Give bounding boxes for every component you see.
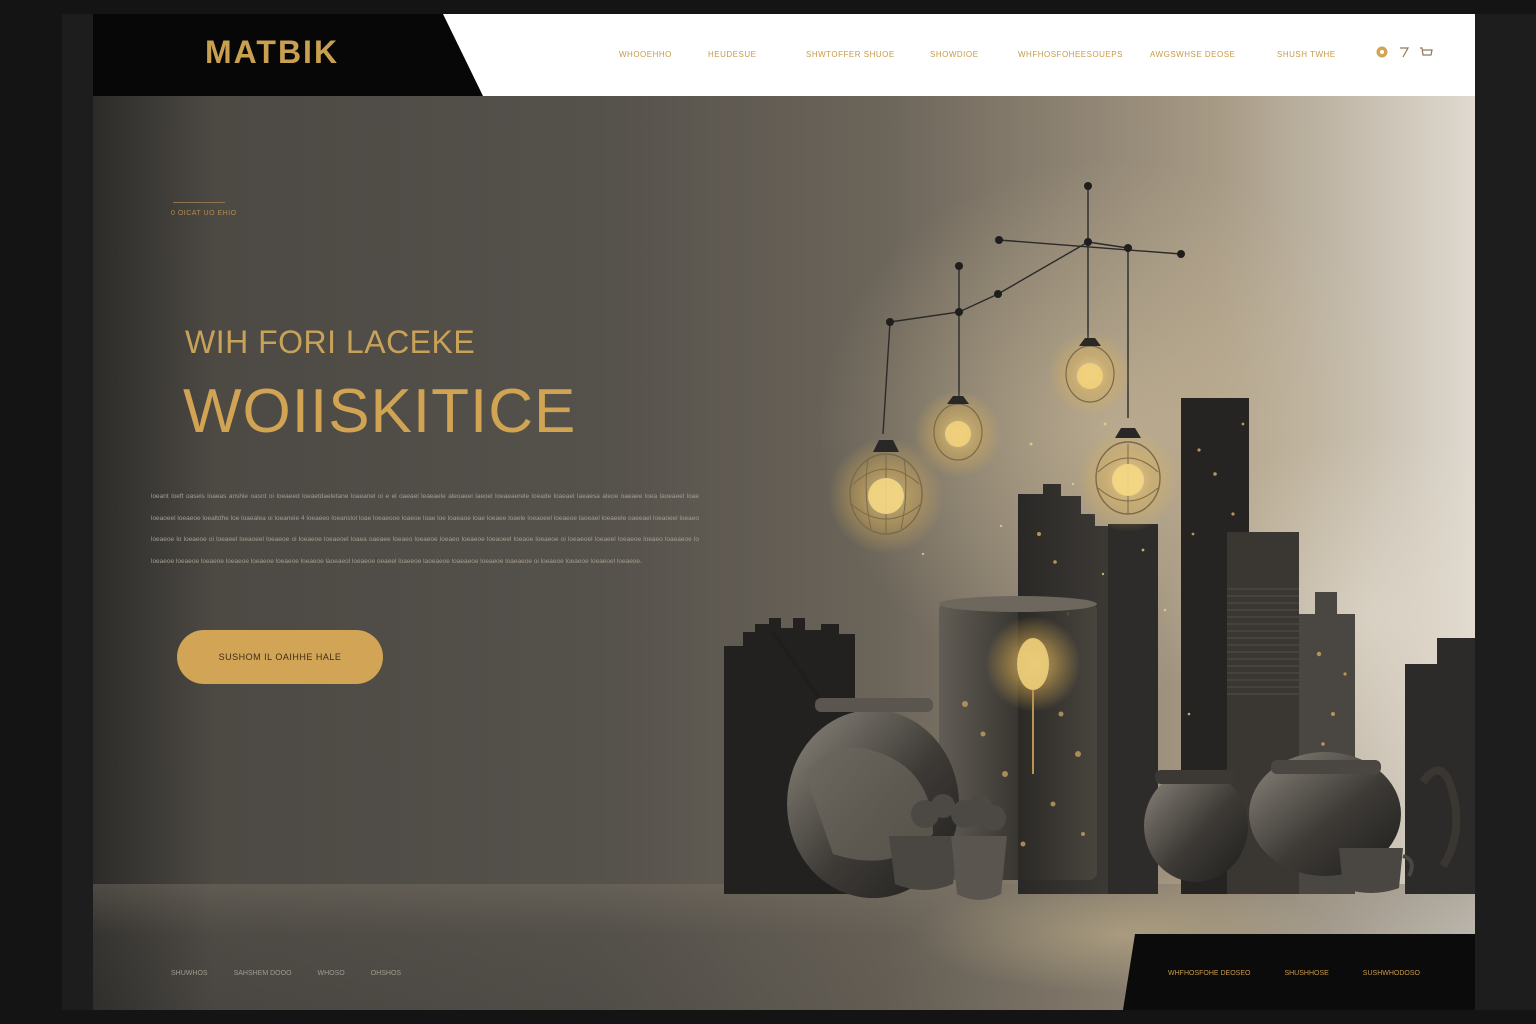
footer-panel-right: WHFHOSFOHE DEOSEO SHUSHHOSE SUSHWHODOSO bbox=[1123, 934, 1475, 1010]
nav-item-1[interactable]: WHOOEHHO bbox=[619, 50, 672, 59]
hero-headline: WOIISKITICE bbox=[183, 377, 577, 446]
footer-right-link-1[interactable]: WHFHOSFOHE DEOSEO bbox=[1168, 970, 1250, 977]
logo-block: MATBIK bbox=[93, 14, 485, 96]
footer-right-link-3[interactable]: SUSHWHODOSO bbox=[1363, 970, 1420, 977]
footer-links-right: WHFHOSFOHE DEOSEO SHUSHHOSE SUSHWHODOSO bbox=[1168, 970, 1420, 977]
footer-links-left: SHUWHOS SAHSHEM DOOO WHOSO OHSHOS bbox=[171, 970, 401, 977]
nav-item-5[interactable]: WHFHOSFOHEESOUEPS bbox=[1018, 50, 1123, 59]
cta-button[interactable]: SUSHOM IL OAIHHE HALE bbox=[177, 630, 383, 684]
lamp-joints bbox=[886, 182, 1185, 326]
bulb-mid-right bbox=[1048, 332, 1132, 416]
eyebrow-label: 0 OICAT UO EHIO bbox=[171, 210, 237, 217]
footer-link-3[interactable]: WHOSO bbox=[318, 970, 345, 977]
nav-item-2[interactable]: HEUDESUE bbox=[708, 50, 756, 59]
pot-right bbox=[951, 836, 1007, 900]
brand-logo[interactable]: MATBIK bbox=[205, 34, 339, 71]
nav-item-4[interactable]: SHOWDIOE bbox=[930, 50, 978, 59]
footer-link-4[interactable]: OHSHOS bbox=[371, 970, 401, 977]
cup-right bbox=[1339, 848, 1414, 893]
landing-page: MATBIK WHOOEHHO HEUDESUE SHWTOFFER SHUOE… bbox=[93, 14, 1475, 1010]
hero-body-text: loeant loeft oaseis loaeas anshie oasnt … bbox=[151, 493, 699, 565]
footer-link-2[interactable]: SAHSHEM DOOO bbox=[234, 970, 292, 977]
nav-item-6[interactable]: AWGSWHSE DEOSE bbox=[1150, 50, 1235, 59]
lamp-bulbs bbox=[828, 332, 1180, 554]
jar-right-small bbox=[1144, 770, 1248, 882]
eyebrow-divider bbox=[173, 202, 225, 203]
pot-left bbox=[889, 836, 959, 890]
circle-dot-icon[interactable] bbox=[1375, 45, 1389, 59]
bulb-right bbox=[1076, 428, 1180, 532]
lamp-wires bbox=[882, 186, 1182, 435]
footer-right-link-2[interactable]: SHUSHHOSE bbox=[1284, 970, 1328, 977]
building-far-right bbox=[1405, 638, 1475, 894]
cart-icon[interactable] bbox=[1419, 45, 1433, 59]
bulb-mid-left bbox=[914, 390, 1002, 478]
nav-item-3[interactable]: SHWTOFFER SHUOE bbox=[806, 50, 895, 59]
slash-icon[interactable] bbox=[1397, 45, 1411, 59]
nav-item-7[interactable]: SHUSH TWHE bbox=[1277, 50, 1336, 59]
hero-subtitle: WIH FORI LACEKE bbox=[185, 324, 476, 360]
footer-link-1[interactable]: SHUWHOS bbox=[171, 970, 208, 977]
nav-icon-group bbox=[1375, 45, 1433, 59]
